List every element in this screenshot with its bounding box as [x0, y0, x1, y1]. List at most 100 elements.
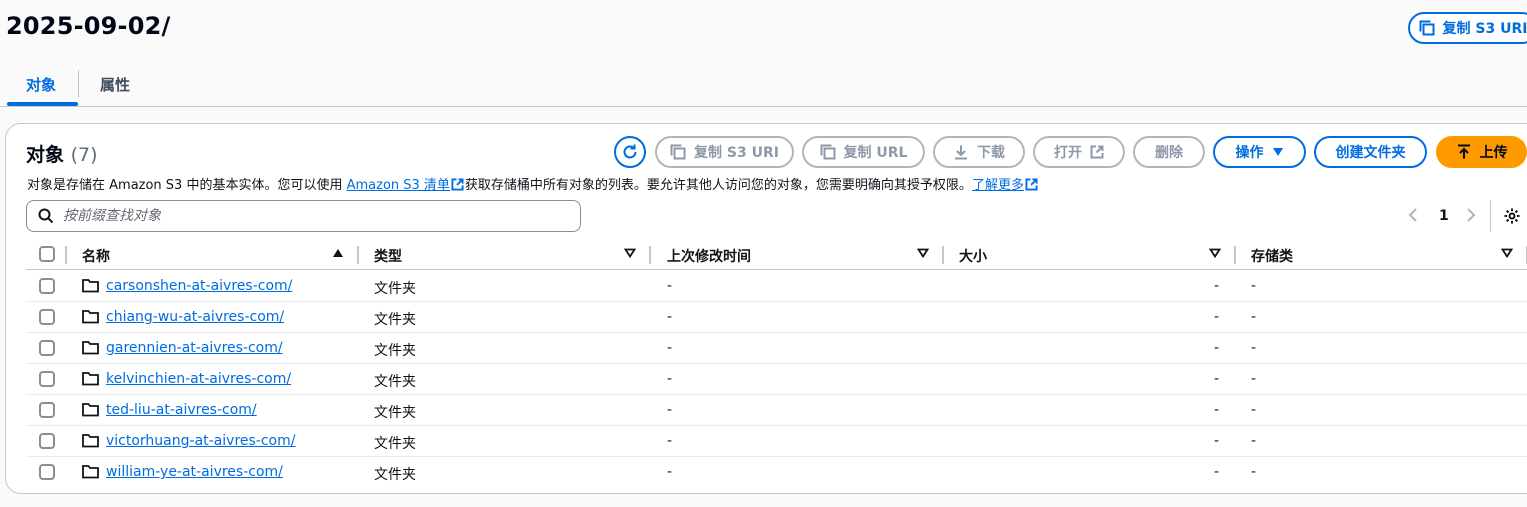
description-text-2: 获取存储桶中所有对象的列表。要允许其他人访问您的对象，您需要明确向其授予权限。 — [464, 178, 972, 193]
description-text: 对象是存储在 Amazon S3 中的基本实体。您可以使用 — [27, 178, 347, 193]
row-checkbox[interactable] — [39, 402, 55, 418]
column-header-type[interactable]: 类型 — [374, 246, 402, 266]
object-size: - — [1214, 402, 1220, 418]
sort-ascending-icon[interactable] — [332, 248, 344, 258]
table-row[interactable]: ted-liu-at-aivres-com/ 文件夹 - - - — [26, 395, 1527, 426]
row-checkbox[interactable] — [39, 464, 55, 480]
copy-s3-uri-button[interactable]: 复制 S3 URI — [1408, 12, 1527, 44]
learn-more-link[interactable]: 了解更多 — [972, 178, 1024, 193]
object-type: 文件夹 — [374, 436, 416, 452]
object-storage-class: - — [1251, 340, 1257, 356]
upload-icon — [1457, 144, 1470, 159]
open-button[interactable]: 打开 — [1033, 136, 1125, 168]
column-header-storage-class[interactable]: 存储类 — [1251, 246, 1293, 266]
search-box — [26, 200, 581, 232]
object-type: 文件夹 — [374, 405, 416, 421]
copy-icon — [820, 144, 836, 160]
delete-button[interactable]: 删除 — [1133, 136, 1205, 168]
upload-label: 上传 — [1479, 145, 1508, 161]
select-all-checkbox[interactable] — [39, 246, 55, 262]
download-icon — [955, 145, 967, 160]
object-last-modified: - — [667, 402, 673, 418]
row-checkbox[interactable] — [39, 433, 55, 449]
column-header-last-modified[interactable]: 上次修改时间 — [667, 246, 751, 266]
sort-icon[interactable] — [624, 248, 636, 258]
object-last-modified: - — [667, 340, 673, 356]
row-checkbox[interactable] — [39, 371, 55, 387]
column-header-name[interactable]: 名称 — [82, 246, 110, 266]
table-row[interactable]: victorhuang-at-aivres-com/ 文件夹 - - - — [26, 426, 1527, 457]
actions-dropdown[interactable]: 操作 — [1213, 136, 1306, 168]
copy-url-button[interactable]: 复制 URL — [802, 136, 925, 168]
create-folder-button[interactable]: 创建文件夹 — [1314, 136, 1427, 168]
object-last-modified: - — [667, 309, 673, 325]
upload-button[interactable]: 上传 — [1436, 136, 1527, 168]
sort-icon[interactable] — [1209, 248, 1221, 258]
object-size: - — [1214, 309, 1220, 325]
row-checkbox[interactable] — [39, 278, 55, 294]
objects-title: 对象 — [26, 144, 65, 166]
tab-bar: 对象 属性 — [0, 60, 1527, 107]
object-size: - — [1214, 464, 1220, 480]
object-size: - — [1214, 433, 1220, 449]
table-row[interactable]: carsonshen-at-aivres-com/ 文件夹 - - - — [26, 271, 1527, 302]
copy-s3-uri-label: 复制 S3 URI — [1442, 21, 1527, 37]
folder-icon — [82, 372, 99, 386]
object-last-modified: - — [667, 278, 673, 294]
object-name-link[interactable]: victorhuang-at-aivres-com/ — [106, 433, 295, 449]
page-header: 2025-09-02/ 复制 S3 URI — [0, 0, 1527, 60]
copy-s3-uri-toolbar-label: 复制 S3 URI — [694, 145, 779, 161]
tab-objects[interactable]: 对象 — [26, 74, 56, 95]
object-name-link[interactable]: william-ye-at-aivres-com/ — [106, 464, 283, 480]
download-button[interactable]: 下载 — [933, 136, 1025, 168]
row-checkbox[interactable] — [39, 340, 55, 356]
object-last-modified: - — [667, 371, 673, 387]
gear-icon[interactable] — [1503, 207, 1521, 225]
copy-s3-uri-toolbar-button[interactable]: 复制 S3 URI — [655, 136, 794, 168]
table-header: 名称 类型 上次修改时间 大小 存储类 — [26, 238, 1527, 270]
column-divider — [357, 246, 359, 264]
table-row[interactable]: william-ye-at-aivres-com/ 文件夹 - - - — [26, 457, 1527, 488]
delete-label: 删除 — [1155, 145, 1183, 161]
object-name-link[interactable]: carsonshen-at-aivres-com/ — [106, 278, 292, 294]
object-type: 文件夹 — [374, 312, 416, 328]
object-type: 文件夹 — [374, 343, 416, 359]
sort-icon[interactable] — [1501, 248, 1513, 258]
column-divider — [1234, 246, 1236, 264]
tab-divider — [78, 70, 79, 97]
sort-icon[interactable] — [917, 248, 929, 258]
row-checkbox[interactable] — [39, 309, 55, 325]
column-header-size[interactable]: 大小 — [959, 246, 987, 266]
folder-icon — [82, 310, 99, 324]
object-name-link[interactable]: chiang-wu-at-aivres-com/ — [106, 309, 284, 325]
open-label: 打开 — [1054, 145, 1082, 161]
table-row[interactable]: kelvinchien-at-aivres-com/ 文件夹 - - - — [26, 364, 1527, 395]
objects-panel: 对象 (7) 复制 S3 URI 复制 URL 下载 打开 删除 操作 创建文件… — [5, 123, 1527, 494]
page-title: 2025-09-02/ — [6, 12, 171, 40]
object-name-link[interactable]: ted-liu-at-aivres-com/ — [106, 402, 257, 418]
object-name-link[interactable]: kelvinchien-at-aivres-com/ — [106, 371, 291, 387]
folder-icon — [82, 341, 99, 355]
chevron-right-icon[interactable] — [1466, 208, 1476, 222]
table-row[interactable]: garennien-at-aivres-com/ 文件夹 - - - — [26, 333, 1527, 364]
refresh-button[interactable] — [614, 136, 646, 168]
object-storage-class: - — [1251, 433, 1257, 449]
current-page-number[interactable]: 1 — [1439, 208, 1449, 224]
external-link-icon — [1025, 178, 1038, 191]
object-storage-class: - — [1251, 464, 1257, 480]
column-divider — [942, 246, 944, 264]
search-input[interactable] — [63, 201, 573, 231]
objects-description: 对象是存储在 Amazon S3 中的基本实体。您可以使用 Amazon S3 … — [27, 174, 1039, 193]
object-type: 文件夹 — [374, 281, 416, 297]
pagination-divider — [1490, 200, 1491, 232]
inventory-link[interactable]: Amazon S3 清单 — [347, 178, 450, 193]
object-last-modified: - — [667, 464, 673, 480]
column-divider — [649, 246, 651, 264]
object-last-modified: - — [667, 433, 673, 449]
object-type: 文件夹 — [374, 374, 416, 390]
table-row[interactable]: chiang-wu-at-aivres-com/ 文件夹 - - - — [26, 302, 1527, 333]
chevron-left-icon[interactable] — [1408, 208, 1418, 222]
object-name-link[interactable]: garennien-at-aivres-com/ — [106, 340, 283, 356]
tab-properties[interactable]: 属性 — [100, 74, 130, 95]
object-storage-class: - — [1251, 402, 1257, 418]
